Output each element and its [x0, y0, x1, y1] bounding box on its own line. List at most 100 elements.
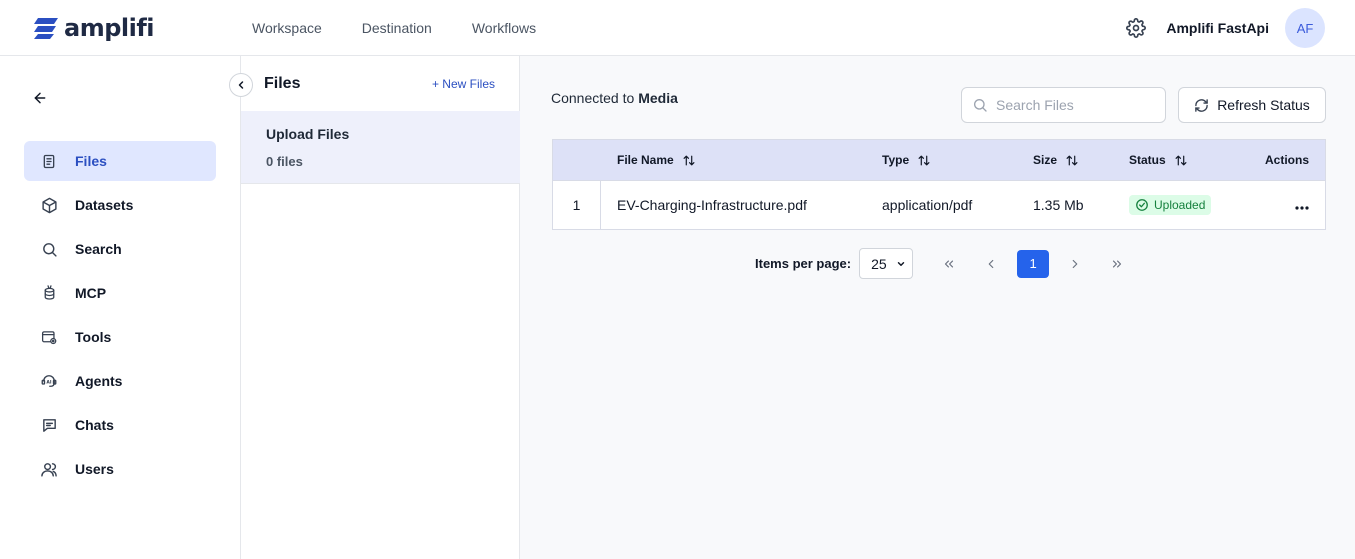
sidebar: Files Datasets Search MCP Tools AI Agent… [0, 56, 241, 559]
sidebar-item-label: MCP [75, 285, 107, 301]
sidebar-item-search[interactable]: Search [24, 229, 216, 269]
sidebar-item-label: Files [75, 153, 107, 169]
header-size[interactable]: Size [1017, 153, 1115, 167]
header-label: Status [1129, 153, 1166, 167]
refresh-status-button[interactable]: Refresh Status [1178, 87, 1326, 123]
svg-text:AI: AI [46, 379, 51, 385]
sidebar-item-label: Tools [75, 329, 112, 345]
chevron-left-icon [238, 81, 244, 89]
first-page-button[interactable] [933, 249, 965, 279]
row-size: 1.35 Mb [1033, 197, 1084, 213]
chevron-left-icon [988, 259, 994, 268]
items-per-page-value: 25 [871, 255, 887, 272]
file-icon [40, 152, 58, 170]
header-index [553, 140, 601, 180]
collapse-panel-button[interactable] [229, 73, 253, 97]
brand-name: amplifi [64, 14, 155, 42]
mcp-icon [40, 284, 58, 302]
cube-icon [40, 196, 58, 214]
agents-icon: AI [40, 372, 58, 390]
sidebar-item-users[interactable]: Users [24, 449, 216, 489]
chevrons-left-icon [945, 260, 954, 267]
current-page-button[interactable]: 1 [1017, 249, 1050, 278]
connected-prefix: Connected to [551, 90, 635, 106]
tools-icon [40, 328, 58, 346]
search-files-box[interactable] [961, 87, 1166, 123]
header-status[interactable]: Status [1115, 153, 1235, 167]
chat-icon [40, 416, 58, 434]
upload-files-item[interactable]: Upload Files 0 files [241, 111, 520, 184]
connection-status: Connected to Media [551, 90, 678, 106]
sidebar-nav: Files Datasets Search MCP Tools AI Agent… [24, 141, 216, 493]
sidebar-item-label: Search [75, 241, 122, 257]
search-icon [40, 240, 58, 258]
connected-target: Media [638, 90, 678, 106]
row-index: 1 [553, 181, 601, 229]
search-icon [974, 99, 987, 112]
row-type: application/pdf [882, 197, 973, 213]
user-name[interactable]: Amplifi FastApi [1166, 20, 1269, 36]
sidebar-item-label: Users [75, 461, 114, 477]
items-per-page-label: Items per page: [755, 256, 852, 271]
avatar[interactable]: AF [1285, 8, 1325, 48]
pagination: Items per page: 25 1 [755, 248, 1143, 279]
header-actions: Actions [1235, 153, 1325, 167]
row-actions [1235, 197, 1325, 213]
user-area: Amplifi FastApi AF [1126, 0, 1325, 56]
refresh-status-label: Refresh Status [1217, 97, 1310, 113]
sidebar-item-chats[interactable]: Chats [24, 405, 216, 445]
back-arrow-icon[interactable] [30, 88, 50, 108]
users-icon [40, 460, 58, 478]
nav-workflows[interactable]: Workflows [472, 20, 536, 36]
previous-page-button[interactable] [975, 249, 1007, 279]
sidebar-item-label: Chats [75, 417, 114, 433]
sort-icon[interactable] [682, 154, 696, 167]
status-badge: Uploaded [1129, 195, 1212, 215]
search-files-input[interactable] [996, 97, 1156, 113]
sort-icon[interactable] [1174, 154, 1188, 167]
header-type[interactable]: Type [866, 153, 1017, 167]
table-row[interactable]: 1 EV-Charging-Infrastructure.pdf applica… [553, 180, 1325, 229]
row-status: Uploaded [1115, 195, 1235, 215]
header-label: File Name [617, 153, 674, 167]
top-nav: Workspace Destination Workflows [252, 0, 536, 56]
sidebar-item-tools[interactable]: Tools [24, 317, 216, 357]
refresh-icon [1195, 98, 1208, 112]
files-panel-title: Files [264, 75, 301, 92]
gear-icon[interactable] [1126, 18, 1147, 38]
files-table: File Name Type Size Status Actions 1 EV-… [552, 139, 1326, 230]
header-file-name[interactable]: File Name [601, 153, 866, 167]
sidebar-item-datasets[interactable]: Datasets [24, 185, 216, 225]
nav-destination[interactable]: Destination [362, 20, 432, 36]
sidebar-item-files[interactable]: Files [24, 141, 216, 181]
row-file-name[interactable]: EV-Charging-Infrastructure.pdf [601, 197, 866, 213]
header-label: Size [1033, 153, 1058, 167]
sort-icon[interactable] [1065, 154, 1079, 167]
nav-workspace[interactable]: Workspace [252, 20, 322, 36]
brand-logo[interactable]: amplifi [32, 14, 155, 42]
header-label: Actions [1264, 153, 1309, 167]
main-content: Connected to Media Refresh Status File N… [520, 56, 1355, 559]
upload-files-count: 0 files [266, 154, 303, 169]
check-circle-icon [1136, 199, 1148, 211]
new-files-button[interactable]: + New Files [432, 77, 495, 91]
upload-files-title: Upload Files [266, 126, 350, 142]
table-header: File Name Type Size Status Actions [553, 140, 1325, 180]
sidebar-item-agents[interactable]: AI Agents [24, 361, 216, 401]
sort-icon[interactable] [917, 154, 931, 167]
last-page-button[interactable] [1101, 249, 1133, 279]
chevrons-right-icon [1113, 260, 1122, 267]
chevron-right-icon [1072, 259, 1078, 268]
amplifi-logo-icon [34, 18, 58, 39]
sidebar-item-label: Agents [75, 373, 123, 389]
more-options-icon[interactable] [1295, 197, 1309, 213]
top-bar: amplifi Workspace Destination Workflows … [0, 0, 1355, 56]
sidebar-item-label: Datasets [75, 197, 134, 213]
status-badge-label: Uploaded [1154, 198, 1206, 212]
chevron-down-icon [897, 261, 905, 266]
next-page-button[interactable] [1059, 249, 1091, 279]
header-label: Type [882, 153, 910, 167]
items-per-page-select[interactable]: 25 [859, 248, 914, 279]
files-panel: Files + New Files Upload Files 0 files [241, 56, 520, 559]
sidebar-item-mcp[interactable]: MCP [24, 273, 216, 313]
